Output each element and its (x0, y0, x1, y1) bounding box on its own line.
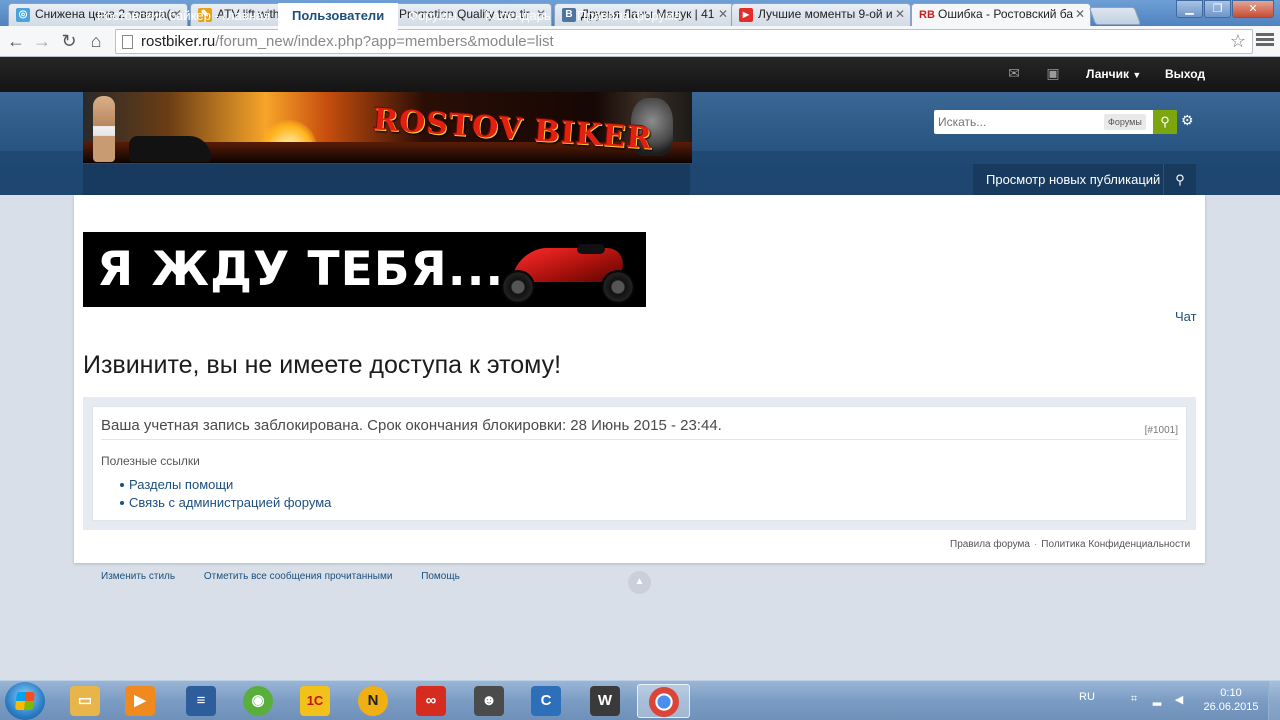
taskbar-chrome-icon[interactable]: ◉ (637, 684, 690, 718)
taskbar-nod-app-icon[interactable]: N (350, 684, 396, 718)
change-style-link[interactable]: Изменить стиль (101, 571, 175, 582)
show-desktop-button[interactable] (1268, 681, 1280, 720)
banner-motorcycle-image (129, 136, 211, 162)
promo-motorcycle-image (497, 240, 641, 304)
taskbar-world-of-tanks-icon[interactable]: W (582, 684, 628, 718)
tab-close-icon[interactable]: ✕ (895, 7, 905, 21)
system-tray: RU ⌗ ▂ ◀ 0:10 26.06.2015 (1075, 681, 1280, 720)
window-controls: ▁ ❐ ✕ (1175, 0, 1274, 18)
tab-close-icon[interactable]: ✕ (1075, 7, 1085, 21)
forum-logo-banner[interactable]: ROSTOV BIKER (83, 92, 692, 163)
page-icon (122, 35, 133, 49)
taskbar-1c-icon[interactable]: 1С (292, 684, 338, 718)
logout-link[interactable]: Выход (1165, 67, 1205, 81)
nav-item-home[interactable]: Ростовский байкер - главная (83, 0, 284, 31)
signal-strength-icon[interactable]: ▂ (1150, 693, 1164, 707)
clock-date: 26.06.2015 (1203, 701, 1259, 713)
search-box: Форумы (934, 110, 1177, 134)
search-icon[interactable]: ⚲ (1153, 110, 1177, 134)
browser-tab-6-active[interactable]: RB Ошибка - Ростовский ба ✕ (911, 3, 1091, 27)
tab-title: Лучшие моменты 9-ой и (758, 7, 893, 21)
error-message: Ваша учетная запись заблокирована. Срок … (101, 417, 722, 434)
address-url: rostbiker.ru/forum_new/index.php?app=mem… (141, 33, 554, 50)
help-link[interactable]: Помощь (421, 571, 460, 582)
home-icon[interactable]: ⌂ (85, 30, 107, 52)
windows-taskbar: ▭ ▶ ≡ ◉ 1С N ∞ ☻ C W ◉ RU ⌗ ▂ ◀ 0:10 26.… (0, 680, 1280, 720)
taskbar-game-portrait-icon[interactable]: ☻ (466, 684, 512, 718)
nav-new-posts[interactable]: Просмотр новых публикаций (973, 164, 1163, 195)
taskbar-clock[interactable]: 0:10 26.06.2015 (1201, 686, 1261, 714)
banner-woman-image (93, 96, 115, 162)
minimize-icon[interactable]: ▁ (1176, 0, 1203, 18)
nav-item-forums[interactable]: Форумы (394, 0, 471, 31)
nav-item-members[interactable]: Пользователи (278, 3, 399, 31)
scroll-to-top-icon[interactable]: ▲ (628, 571, 651, 594)
error-message-panel: Ваша учетная запись заблокирована. Срок … (92, 406, 1187, 521)
user-menu[interactable]: Ланчик ▼ (1086, 67, 1141, 81)
bookmark-star-icon[interactable]: ☆ (1230, 31, 1246, 52)
useful-links-list: Разделы помощи Связь с администрацией фо… (119, 477, 331, 513)
restore-icon[interactable]: ❐ (1204, 0, 1231, 18)
footer-rules-link[interactable]: Правила форума (950, 539, 1030, 550)
caret-down-icon: ▼ (1132, 70, 1142, 80)
volume-speaker-icon[interactable]: ◀ (1172, 693, 1186, 707)
browser-tab-5[interactable]: ▶ Лучшие моменты 9-ой и ✕ (731, 3, 911, 26)
forum-user-bar: ✉ ▣ Ланчик ▼ Выход (0, 57, 1280, 92)
divider (101, 439, 1178, 440)
taskbar-media-player-icon[interactable]: ▶ (117, 684, 163, 718)
browser-menu-icon[interactable] (1256, 31, 1274, 51)
clock-time: 0:10 (1220, 687, 1242, 699)
address-bar[interactable]: rostbiker.ru/forum_new/index.php?app=mem… (115, 29, 1253, 54)
taskbar-c-app-icon[interactable]: C (523, 684, 569, 718)
error-code: [#1001] (1144, 425, 1178, 436)
search-input[interactable] (934, 110, 1102, 134)
tab-favicon-icon: RB (919, 9, 935, 21)
back-arrow-icon[interactable]: ← (5, 30, 27, 52)
forward-arrow-icon[interactable]: → (31, 30, 53, 52)
contact-admin-link[interactable]: Связь с администрацией форума (119, 495, 331, 510)
nav-item-calendar[interactable]: Календарь (471, 0, 565, 31)
taskbar-globe-app-icon[interactable]: ◉ (235, 684, 281, 718)
useful-links-title: Полезные ссылки (101, 454, 200, 468)
page-title: Извините, вы не имеете доступа к этому! (83, 351, 562, 379)
reload-icon[interactable]: ↻ (58, 30, 80, 52)
search-settings-gear-icon[interactable]: ⚙ (1181, 112, 1194, 129)
bottom-links: Изменить стиль Отметить все сообщения пр… (101, 571, 486, 582)
windows-start-button[interactable] (5, 682, 45, 720)
map-pin-icon[interactable]: ⚲ (1163, 164, 1196, 195)
tab-favicon-icon: ◎ (16, 8, 30, 22)
taskbar-adobe-cc-icon[interactable]: ∞ (408, 684, 454, 718)
close-window-icon[interactable]: ✕ (1232, 0, 1274, 18)
promo-banner[interactable]: Я ЖДУ ТЕБЯ... (83, 232, 646, 307)
network-device-icon[interactable]: ⌗ (1127, 693, 1141, 707)
notifications-icon[interactable]: ▣ (1044, 65, 1062, 81)
chat-link[interactable]: Чат (1175, 309, 1197, 324)
mark-all-read-link[interactable]: Отметить все сообщения прочитанными (204, 571, 393, 582)
error-box: Ваша учетная запись заблокирована. Срок … (83, 397, 1196, 530)
taskbar-notepad-icon[interactable]: ≡ (178, 684, 224, 718)
taskbar-explorer-icon[interactable]: ▭ (62, 684, 108, 718)
messages-envelope-icon[interactable]: ✉ (1005, 65, 1023, 81)
tab-title: Ошибка - Ростовский ба (938, 7, 1074, 21)
tab-close-icon[interactable]: ✕ (718, 7, 728, 21)
search-scope-selector[interactable]: Форумы (1104, 114, 1146, 130)
footer-links: Правила форума · Политика Конфиденциальнос… (950, 539, 1191, 550)
tab-favicon-icon: ▶ (739, 8, 753, 22)
footer-privacy-link[interactable]: Политика Конфиденциальности (1041, 539, 1190, 550)
new-tab-button[interactable] (1088, 7, 1142, 25)
language-indicator[interactable]: RU (1079, 691, 1095, 703)
nav-item-rules[interactable]: Правила форума (563, 0, 695, 31)
promo-text: Я ЖДУ ТЕБЯ... (97, 242, 505, 297)
help-sections-link[interactable]: Разделы помощи (119, 477, 331, 492)
